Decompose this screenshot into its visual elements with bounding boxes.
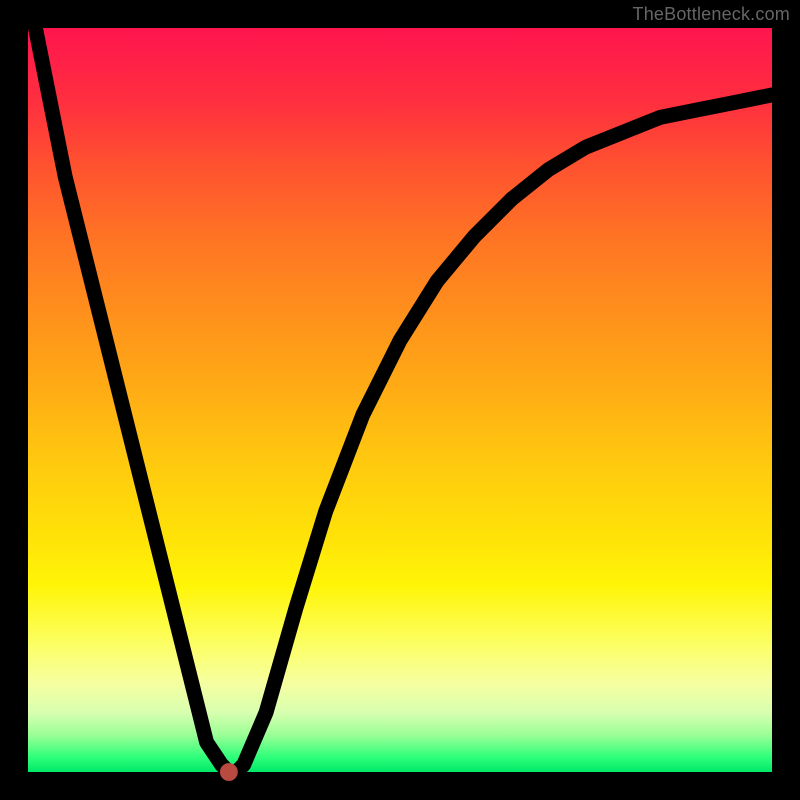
bottleneck-chart: TheBottleneck.com <box>0 0 800 800</box>
chart-overlay <box>28 28 772 772</box>
optimum-marker <box>224 767 234 777</box>
bottleneck-curve <box>35 28 772 772</box>
watermark-text: TheBottleneck.com <box>633 4 790 25</box>
